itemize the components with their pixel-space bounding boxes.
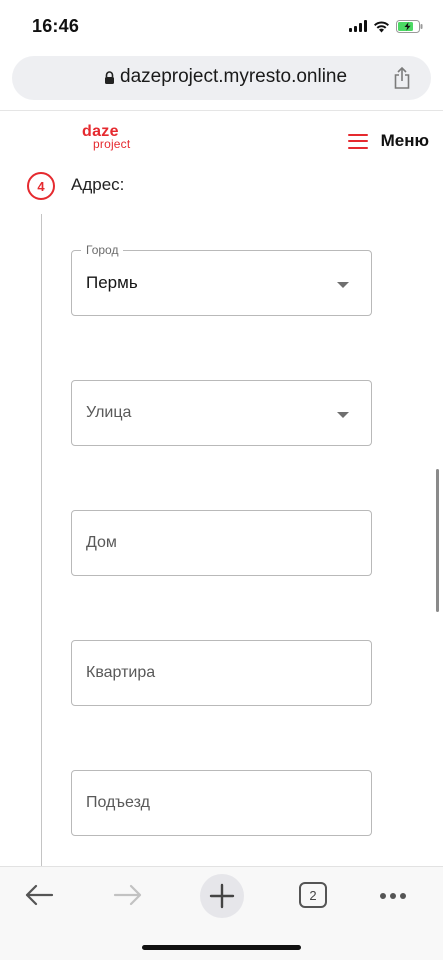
street-placeholder: Улица	[86, 404, 132, 421]
apartment-placeholder: Квартира	[86, 664, 156, 681]
divider	[0, 110, 443, 111]
tabs-icon[interactable]: 2	[299, 882, 327, 908]
address-bar[interactable]: dazeproject.myresto.online	[12, 56, 431, 100]
browser-toolbar: 2	[0, 866, 443, 960]
hamburger-icon	[347, 133, 368, 149]
signal-icon	[349, 20, 367, 32]
lock-icon	[104, 71, 115, 90]
new-tab-plus-icon[interactable]	[200, 874, 244, 918]
chevron-down-icon	[337, 412, 349, 418]
back-arrow-icon[interactable]	[24, 882, 54, 913]
forward-arrow-icon[interactable]	[113, 882, 143, 913]
city-label: Город	[81, 243, 124, 257]
battery-charging-icon	[396, 19, 423, 33]
chevron-down-icon	[337, 282, 349, 288]
wifi-icon	[373, 20, 390, 33]
status-time: 16:46	[32, 16, 80, 36]
entrance-placeholder: Подъезд	[86, 794, 150, 811]
url-text[interactable]: dazeproject.myresto.online	[120, 66, 347, 88]
house-input[interactable]: Дом	[71, 510, 372, 576]
status-bar: 16:46	[0, 0, 443, 52]
menu-label: Меню	[380, 131, 429, 150]
share-icon[interactable]	[393, 66, 411, 95]
site-logo[interactable]: daze project	[82, 124, 131, 151]
city-select[interactable]: Город Пермь	[71, 243, 372, 316]
step-title: Адрес:	[71, 175, 125, 194]
city-value: Пермь	[86, 273, 138, 292]
status-icons	[349, 18, 423, 34]
apartment-input[interactable]: Квартира	[71, 640, 372, 706]
logo-sub-text: project	[93, 137, 131, 151]
home-indicator[interactable]	[142, 945, 301, 950]
scrollbar[interactable]	[436, 469, 439, 612]
menu-button[interactable]: Меню	[347, 131, 429, 151]
street-select[interactable]: Улица	[71, 380, 372, 446]
step-number-badge: 4	[27, 172, 55, 200]
step-connector-line	[41, 214, 42, 866]
entrance-input[interactable]: Подъезд	[71, 770, 372, 836]
more-icon[interactable]	[380, 893, 406, 899]
house-placeholder: Дом	[86, 534, 117, 551]
